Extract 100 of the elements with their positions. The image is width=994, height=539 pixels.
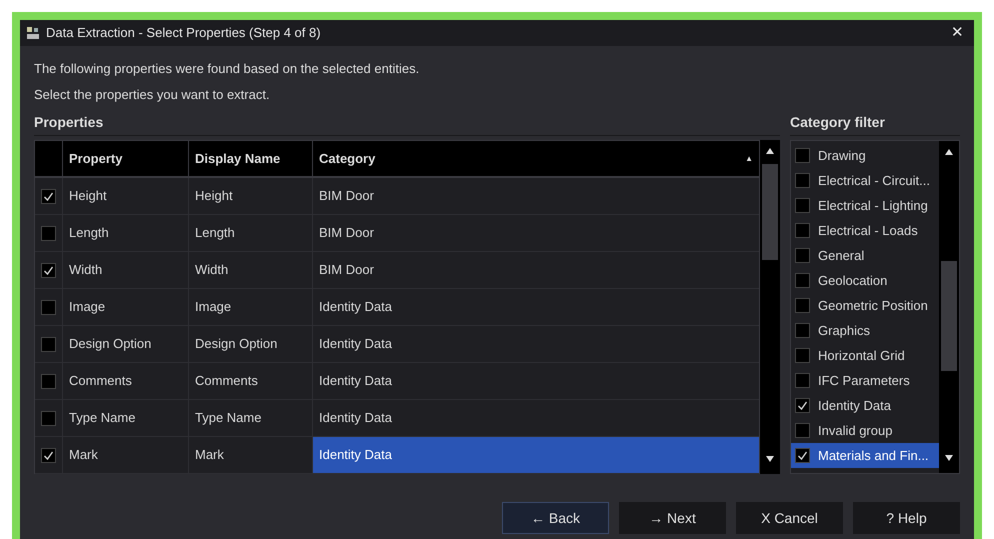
checkbox[interactable] [795,423,810,438]
dialog-button[interactable]: ← Back [502,502,609,534]
checkbox[interactable] [795,448,810,463]
table-cell-text: BIM Door [318,187,375,206]
filter-item[interactable]: Horizontal Grid [791,343,939,368]
filter-label: General [818,246,864,265]
table-cell-text: BIM Door [318,224,375,242]
checkbox[interactable] [41,448,56,462]
filter-item[interactable]: Drawing [791,143,939,168]
table-cell-text: Identity Data [318,372,393,390]
checkbox[interactable] [41,374,56,388]
close-button[interactable]: ✕ [947,22,968,44]
filter-label: Geometric Position [818,296,928,315]
checkbox[interactable] [41,262,56,278]
app-icon [26,26,40,40]
table-row[interactable]: Length Length BIM Door [35,215,759,252]
column-header[interactable]: Property [63,141,189,176]
scrollbar-thumb[interactable] [941,261,957,371]
checkbox[interactable] [795,148,810,163]
table-cell: Image [189,289,313,325]
dialog-button[interactable]: X Cancel [736,502,843,534]
dialog-button[interactable]: ? Help [853,502,960,534]
checkbox[interactable] [41,300,56,314]
checkbox[interactable] [795,373,810,388]
table-cell: Design Option [189,326,313,362]
table-cell: Length [189,215,313,251]
checkbox[interactable] [795,248,810,263]
filter-label: Materials and Fin... [818,446,929,465]
checkbox[interactable] [795,348,810,363]
checkbox[interactable] [41,188,56,204]
table-row[interactable]: Comments Comments Identity Data [35,363,759,400]
checkbox[interactable] [795,198,810,213]
checkbox[interactable] [795,323,810,338]
filter-item[interactable]: General [791,243,939,268]
column-header[interactable]: Display Name [189,141,313,176]
table-cell-text: Identity Data [318,298,393,316]
table-cell: Width [189,252,313,288]
checkbox[interactable] [41,226,56,240]
filter-item[interactable]: Graphics [791,318,939,343]
table-row[interactable]: Design Option Design Option Identity Data [35,326,759,363]
filter-item[interactable]: Invalid group [791,418,939,443]
filter-label: Horizontal Grid [818,346,905,365]
scroll-up-icon[interactable] [766,148,774,154]
checkbox[interactable] [795,273,810,288]
table-cell: Height [189,178,313,214]
table-cell: Mark [63,437,189,473]
filter-label: Electrical - Lighting [818,196,928,215]
table-cell: Height [63,178,189,214]
filter-label: Geolocation [818,272,888,290]
table-cell: Comments [63,363,189,399]
scrollbar[interactable] [760,140,780,474]
filter-item[interactable]: IFC Parameters [791,368,939,393]
instruction-text: Select the properties you want to extract. [34,86,271,104]
filter-label: Electrical - Loads [818,222,918,240]
checkbox[interactable] [795,173,810,188]
filter-label: Electrical - Circuit... [818,172,930,190]
filter-label: IFC Parameters [818,372,910,390]
table-cell: Comments [189,363,313,399]
scrollbar-thumb[interactable] [762,164,778,260]
filter-item[interactable]: Geometric Position [791,293,939,318]
filter-label: Identity Data [818,396,891,415]
table-cell: Design Option [63,326,189,362]
table-cell-text: Identity Data [318,335,393,354]
filter-item[interactable]: Materials and Fin... [791,443,939,468]
scrollbar[interactable] [939,141,959,473]
instruction-text: The following properties were found based on the selected entities. [34,60,420,78]
filter-item[interactable]: Electrical - Lighting [791,193,939,218]
window-title: Data Extraction - Select Properties (Step 4 of 8) [46,24,321,42]
filter-item[interactable]: Identity Data [791,393,939,418]
filter-label: Invalid group [818,422,892,440]
sort-indicator: ▲ [745,152,753,164]
filter-label: Drawing [818,146,866,165]
table-row[interactable]: Width Width BIM Door [35,252,759,289]
table-cell: Type Name [189,400,313,436]
table-cell: Image [63,289,189,325]
table-cell: Length [63,215,189,251]
table-row[interactable]: Height Height BIM Door [35,178,759,215]
column-header-label: Category [319,150,376,168]
scroll-down-icon[interactable] [766,456,774,462]
filter-label: Graphics [818,322,870,340]
table-cell-text: Identity Data [318,409,393,428]
checkbox[interactable] [795,398,810,413]
checkbox[interactable] [795,223,810,238]
filter-item[interactable]: Geolocation [791,268,939,293]
checkbox[interactable] [41,336,56,352]
scroll-up-icon[interactable] [945,149,953,155]
filter-item[interactable]: Electrical - Circuit... [791,168,939,193]
dialog-button[interactable]: → Next [619,502,726,534]
table-cell: Width [63,252,189,288]
table-cell: Type Name [63,400,189,436]
column-header[interactable]: Category ▲ [313,141,759,176]
section-heading: Category filter [790,112,960,136]
checkbox[interactable] [795,298,810,313]
table-row[interactable]: Mark Mark Identity Data [35,437,759,474]
scroll-down-icon[interactable] [945,455,953,461]
section-heading: Properties [34,112,780,136]
checkbox[interactable] [41,410,56,426]
table-row[interactable]: Image Image Identity Data [35,289,759,326]
table-cell-text: BIM Door [318,261,375,280]
filter-item[interactable]: Electrical - Loads [791,218,939,243]
